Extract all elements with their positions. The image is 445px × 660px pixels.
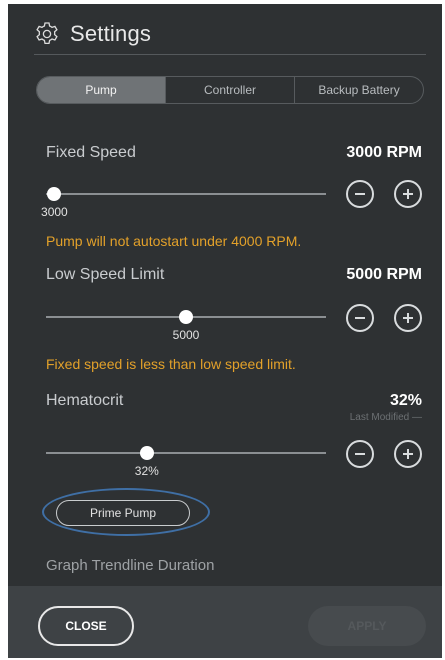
tab-controller[interactable]: Controller [165,77,294,103]
slider-thumb[interactable] [179,310,193,324]
plus-icon [403,313,413,323]
fixed-speed-value: 3000 RPM [346,144,422,161]
low-speed-limit-label: Low Speed Limit [46,266,165,283]
header-divider [34,54,426,55]
hematocrit-label: Hematocrit [46,392,124,409]
hematocrit-decrease-button[interactable] [346,440,374,468]
gear-icon [36,22,58,45]
slider-track [46,452,326,454]
apply-button[interactable]: APPLY [308,606,426,646]
low-speed-limit-decrease-button[interactable] [346,304,374,332]
slider-value-label: 5000 [172,328,200,342]
last-modified-note: Last Modified — [349,412,422,423]
minus-icon [355,317,365,319]
settings-tabs: Pump Controller Backup Battery [36,76,424,104]
slider-value-label: 3000 [41,205,68,219]
fixed-speed-increase-button[interactable] [394,180,422,208]
tab-pump[interactable]: Pump [37,77,165,103]
prime-pump-button[interactable]: Prime Pump [56,500,190,526]
minus-icon [355,453,365,455]
hematocrit-value: 32% [389,392,422,409]
slider-thumb[interactable] [47,187,62,201]
slider-thumb[interactable] [139,446,154,460]
settings-panel: Settings Pump Controller Backup Battery … [8,4,442,658]
plus-icon [403,189,413,199]
page-title: Settings [70,21,152,46]
footer-bar: CLOSE APPLY [8,586,442,658]
slider-track [46,193,326,195]
plus-icon [403,449,413,459]
low-speed-limit-increase-button[interactable] [394,304,422,332]
graph-trendline-duration-label: Graph Trendline Duration [46,557,215,574]
fixed-speed-slider[interactable]: 3000 [41,187,326,219]
fixed-speed-warning: Pump will not autostart under 4000 RPM. [46,233,302,249]
fixed-speed-label: Fixed Speed [46,144,136,161]
hematocrit-increase-button[interactable] [394,440,422,468]
settings-header: Settings [34,18,151,50]
low-speed-limit-warning: Fixed speed is less than low speed limit… [46,356,296,372]
minus-icon [355,193,365,195]
slider-value-label: 32% [134,464,159,478]
hematocrit-slider[interactable]: 32% [46,446,326,478]
fixed-speed-decrease-button[interactable] [346,180,374,208]
close-button[interactable]: CLOSE [38,606,134,646]
tab-backup-battery[interactable]: Backup Battery [294,77,423,103]
low-speed-limit-slider[interactable]: 5000 [46,310,326,342]
low-speed-limit-value: 5000 RPM [346,266,422,283]
